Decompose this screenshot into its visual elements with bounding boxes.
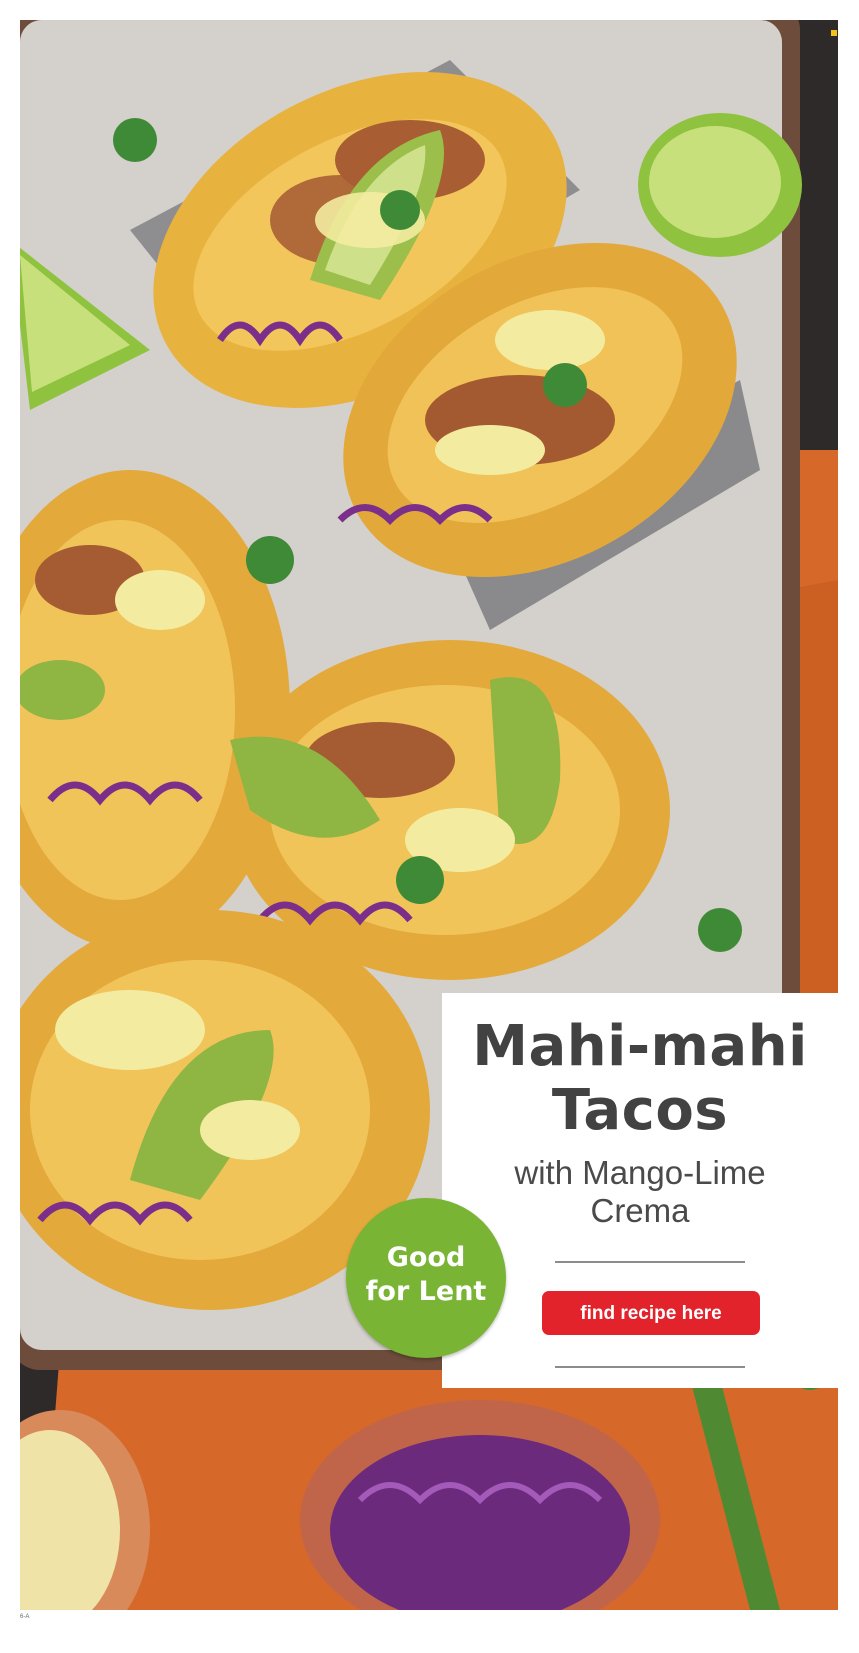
flyer-page: 6-A Mahi-mahi Tacos with Mango-Lime Crem… [0, 0, 859, 1653]
page-code: 6-A [20, 1614, 30, 1620]
recipe-subtitle-line-1: with Mango-Lime [514, 1154, 766, 1191]
badge-line-2: for Lent [365, 1276, 487, 1307]
recipe-subtitle-line-2: Crema [590, 1192, 690, 1229]
find-recipe-button[interactable]: find recipe here [542, 1291, 760, 1335]
recipe-info-panel: Mahi-mahi Tacos with Mango-Lime Crema fi… [442, 993, 838, 1388]
good-for-lent-badge: Good for Lent [346, 1198, 506, 1358]
corner-color-mark [831, 30, 837, 36]
divider-top [555, 1261, 745, 1263]
divider-bottom [555, 1366, 745, 1368]
recipe-title-line-1: Mahi-mahi [472, 1014, 808, 1079]
badge-line-1: Good [386, 1242, 466, 1273]
recipe-title-line-2: Tacos [551, 1078, 729, 1143]
